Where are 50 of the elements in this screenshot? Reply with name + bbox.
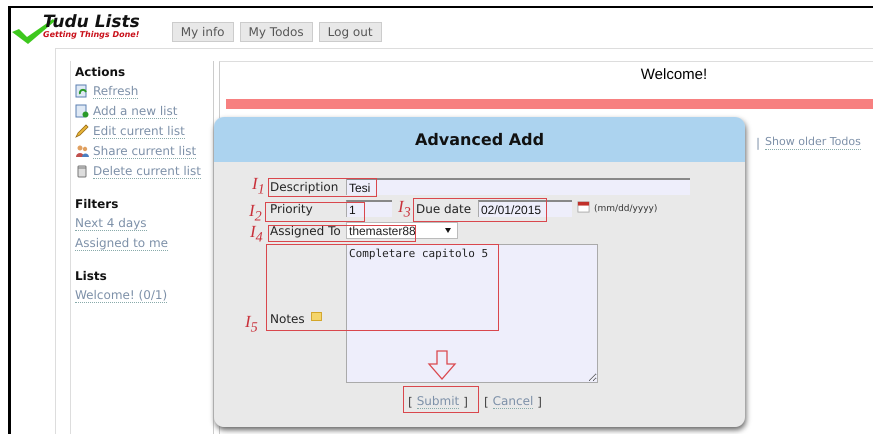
nav-button[interactable]: Log out (318, 22, 382, 42)
field-label: Due date (416, 202, 472, 216)
pencil-icon (75, 124, 89, 138)
logo-tagline: Getting Things Done! (43, 30, 140, 39)
bracket-text: ] (537, 394, 542, 408)
trash-icon (75, 164, 89, 178)
annotation-label: I$_{1}$ (252, 175, 265, 198)
annotation-label: I$_{5}$ (245, 313, 258, 336)
users-icon (75, 144, 89, 158)
sidebar-link[interactable]: Assigned to me (75, 236, 168, 250)
notes-field[interactable]: Completare capitolo 5 (346, 244, 598, 383)
document-refresh-icon (75, 84, 89, 98)
action-link[interactable]: Cancel (492, 394, 534, 409)
sidebar-link[interactable]: Share current list (93, 144, 196, 158)
sidebar-link[interactable]: Welcome! (0/1) (75, 288, 168, 302)
separator-text: | (756, 136, 760, 150)
date-format-hint: (mm/dd/yyyy) (594, 204, 658, 214)
bracket-text: [ (484, 394, 489, 408)
dialog-title: Advanced Add (414, 130, 544, 149)
section-title: Actions (75, 65, 126, 79)
nav-button[interactable]: My Todos (240, 22, 313, 42)
annotation-label: I$_{2}$ (249, 202, 262, 226)
sidebar-link[interactable]: Delete current list (93, 164, 201, 178)
section-title: Filters (75, 197, 120, 211)
sidebar-link[interactable]: Refresh (93, 84, 138, 98)
sidebar-link[interactable]: Add a new list (93, 104, 178, 118)
annotation-label: I$_{3}$ (398, 198, 411, 222)
caret-icon (445, 228, 451, 233)
sidebar-link[interactable]: Edit current list (93, 124, 185, 138)
action-link[interactable]: Submit (416, 394, 460, 409)
down-arrow-icon (427, 350, 457, 380)
field-label: Description (270, 180, 338, 194)
show-older-link[interactable]: Show older Todos (765, 135, 861, 150)
note-icon (310, 312, 322, 321)
field-label: Notes (270, 312, 305, 326)
assignee-dropdown[interactable]: themaster88 (346, 222, 458, 239)
field-label: Assigned To (270, 224, 341, 238)
description-field[interactable]: Tesi (346, 178, 690, 195)
annotation-label: I$_{4}$ (250, 223, 263, 246)
priority-field[interactable]: 1 (346, 200, 392, 217)
nav-button[interactable]: My info (172, 22, 234, 42)
bracket-text: ] (463, 394, 468, 408)
document-add-icon (75, 104, 89, 118)
section-title: Lists (75, 269, 108, 283)
field-label: Priority (270, 202, 313, 216)
due-date-field[interactable]: 02/01/2015 (478, 200, 572, 217)
calendar-icon[interactable] (577, 200, 590, 213)
bracket-text: [ (408, 394, 413, 408)
sidebar-link[interactable]: Next 4 days (75, 216, 147, 230)
list-title: Welcome! (640, 65, 708, 83)
